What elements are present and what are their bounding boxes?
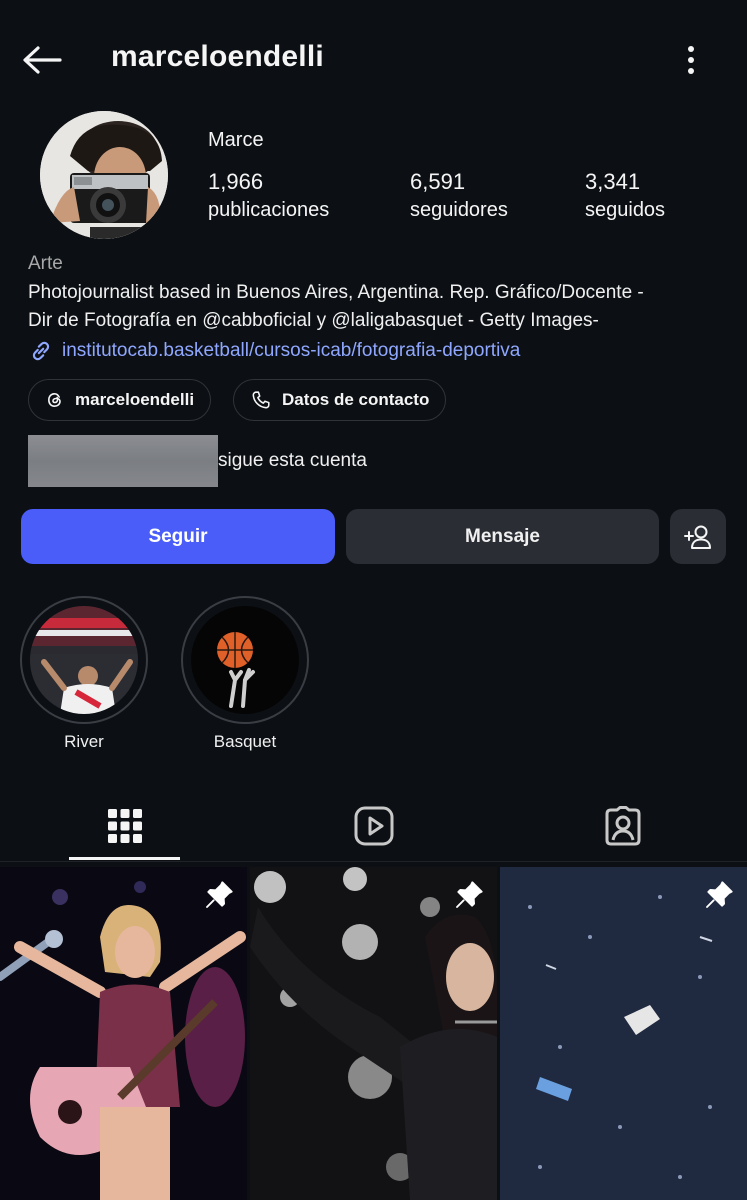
link-icon (32, 341, 50, 361)
more-options-button[interactable] (676, 40, 706, 80)
stat-following[interactable]: 3,341 seguidos (585, 168, 665, 224)
page-title: marceloendelli (111, 40, 324, 73)
followed-by-text: sigue esta cuenta (218, 450, 367, 471)
highlight-ring (181, 596, 309, 724)
threads-icon (48, 393, 61, 407)
stat-posts-value: 1,966 (208, 169, 264, 194)
highlight-basquet[interactable]: Basquet (181, 596, 309, 752)
highlight-label: River (64, 732, 104, 751)
bio: Photojournalist based in Buenos Aires, A… (28, 279, 728, 335)
add-person-icon (684, 525, 711, 549)
stat-following-label: seguidos (585, 199, 666, 221)
top-bar: marceloendelli (0, 0, 747, 120)
post-image (250, 867, 497, 1200)
profile-category: Arte (28, 253, 63, 274)
more-vertical-icon (688, 46, 694, 74)
highlight-cover (191, 606, 299, 714)
contact-chip-label: Datos de contacto (282, 390, 430, 409)
avatar[interactable] (40, 111, 168, 239)
redacted-followers (28, 435, 218, 487)
grid-post[interactable] (0, 867, 247, 1200)
threads-chip[interactable]: marceloendelli (28, 379, 212, 421)
phone-icon (252, 391, 270, 409)
suggest-users-button[interactable] (670, 509, 726, 564)
stat-followers[interactable]: 6,591 seguidores (410, 168, 508, 224)
back-button[interactable] (20, 40, 64, 80)
tab-tagged[interactable] (498, 790, 747, 862)
highlight-ring (20, 596, 148, 724)
pin-icon (456, 881, 483, 908)
stat-posts-label: publicaciones (208, 199, 330, 221)
bio-link[interactable]: institutocab.basketball/cursos-icab/foto… (28, 338, 520, 364)
bio-line: Photojournalist based in Buenos Aires, A… (28, 282, 644, 303)
pin-icon (706, 881, 733, 908)
grid-post[interactable] (250, 867, 497, 1200)
followed-by-row[interactable]: sigue esta cuenta (28, 435, 367, 487)
grid-icon (107, 809, 142, 843)
bio-line: Dir de Fotografía en @cabboficial y @lal… (28, 310, 599, 331)
highlight-cover (30, 606, 138, 714)
stat-posts[interactable]: 1,966 publicaciones (208, 168, 329, 224)
back-arrow-icon (23, 46, 62, 74)
highlight-river[interactable]: River (20, 596, 148, 752)
avatar-image (40, 111, 168, 239)
grid-post[interactable] (500, 867, 747, 1200)
bio-link-text: institutocab.basketball/cursos-icab/foto… (62, 340, 521, 361)
tab-reels[interactable] (249, 790, 498, 862)
threads-chip-label: marceloendelli (75, 390, 195, 409)
post-grid (0, 867, 747, 1200)
post-image (0, 867, 247, 1200)
tagged-icon (605, 806, 640, 846)
profile-tabs (0, 790, 747, 862)
tab-grid[interactable] (0, 790, 249, 862)
contact-chip[interactable]: Datos de contacto (233, 379, 447, 421)
tab-active-indicator (69, 857, 180, 860)
message-button[interactable]: Mensaje (346, 509, 659, 564)
follow-button[interactable]: Seguir (21, 509, 335, 564)
stat-followers-label: seguidores (410, 199, 508, 221)
display-name: Marce (208, 129, 264, 151)
pin-icon (206, 881, 233, 908)
stat-following-value: 3,341 (585, 169, 641, 194)
stat-followers-value: 6,591 (410, 169, 466, 194)
post-image (500, 867, 747, 1200)
highlight-label: Basquet (213, 732, 277, 751)
reels-icon (354, 806, 393, 846)
